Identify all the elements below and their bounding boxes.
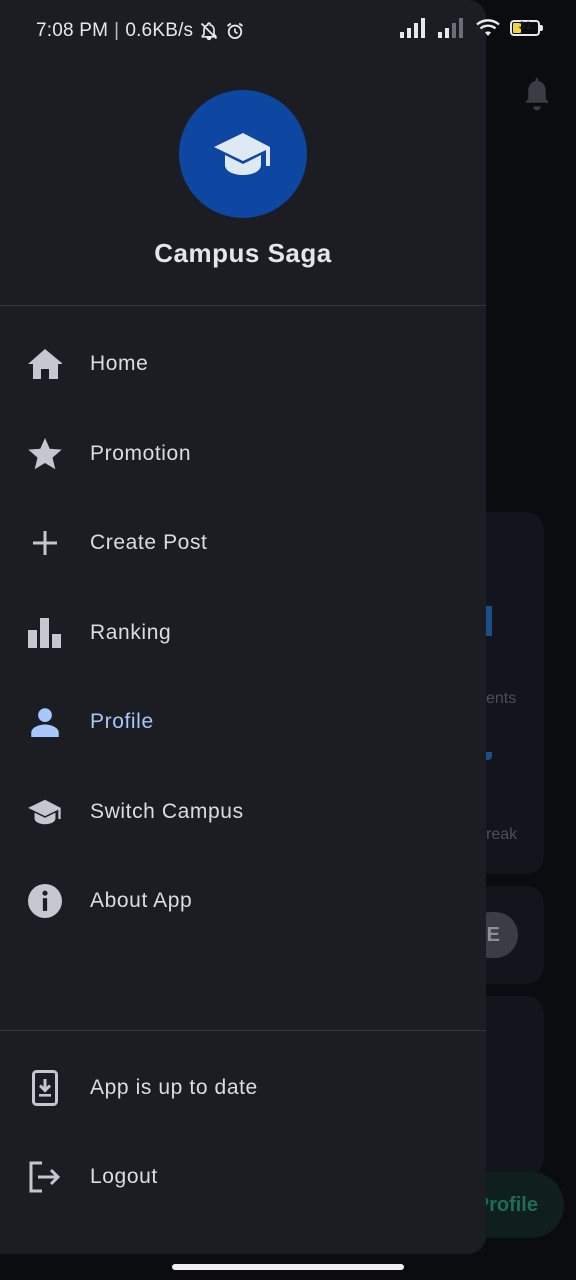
logout-icon <box>27 1159 63 1195</box>
signal-icon <box>400 18 425 38</box>
person-icon <box>27 704 63 740</box>
info-icon <box>27 883 63 919</box>
battery-icon: 31 <box>510 20 543 36</box>
star-icon <box>27 436 63 472</box>
navigation-drawer: Campus Saga Home Promotion Create Post R… <box>0 0 486 1254</box>
footer-divider <box>0 1030 486 1031</box>
bar-chart-icon <box>27 615 63 651</box>
home-icon <box>27 346 63 382</box>
menu-label-ranking: Ranking <box>90 621 172 644</box>
menu-label-about-app: About App <box>90 889 193 912</box>
background-text-reak: reak <box>486 826 518 843</box>
app-name: Campus Saga <box>154 238 332 268</box>
status-icons: 31 <box>400 18 543 38</box>
header-divider <box>0 305 486 306</box>
menu-item-ranking[interactable]: Ranking <box>0 593 486 673</box>
menu-item-create-post[interactable]: Create Post <box>0 503 486 583</box>
status-time-group: 7:08 PM | 0.6KB/s <box>36 20 245 42</box>
battery-tip <box>540 25 543 31</box>
menu-item-switch-campus[interactable]: Switch Campus <box>0 772 486 852</box>
menu-label-home: Home <box>90 352 149 375</box>
network-speed: 0.6KB/s <box>125 20 194 41</box>
menu-label-app-update: App is up to date <box>90 1076 258 1099</box>
graduation-cap-icon <box>214 133 270 175</box>
notification-bell-icon[interactable] <box>522 76 552 112</box>
signal-icon-2 <box>438 18 463 38</box>
alarm-icon <box>227 22 244 39</box>
menu-label-switch-campus: Switch Campus <box>90 800 244 823</box>
menu-item-profile[interactable]: Profile <box>0 682 486 762</box>
menu-label-profile: Profile <box>90 710 154 733</box>
plus-icon <box>27 525 63 561</box>
wifi-icon <box>476 19 500 36</box>
app-logo <box>179 90 307 218</box>
menu-item-app-update[interactable]: App is up to date <box>0 1048 486 1128</box>
phone-download-icon <box>27 1070 63 1106</box>
home-indicator[interactable] <box>172 1264 404 1270</box>
graduation-cap-icon <box>27 794 63 830</box>
muted-bell-icon <box>201 22 218 41</box>
menu-label-logout: Logout <box>90 1165 158 1188</box>
status-time: 7:08 PM <box>36 20 109 41</box>
menu-item-promotion[interactable]: Promotion <box>0 414 486 494</box>
background-text-ents: ents <box>486 690 517 707</box>
menu-item-home[interactable]: Home <box>0 324 486 404</box>
status-separator: | <box>114 20 120 41</box>
menu-label-create-post: Create Post <box>90 531 208 554</box>
battery-level: 31 <box>518 20 532 32</box>
menu-item-logout[interactable]: Logout <box>0 1137 486 1217</box>
status-bar: 7:08 PM | 0.6KB/s 31 <box>0 0 576 64</box>
menu-label-promotion: Promotion <box>90 442 192 465</box>
menu-item-about-app[interactable]: About App <box>0 861 486 941</box>
